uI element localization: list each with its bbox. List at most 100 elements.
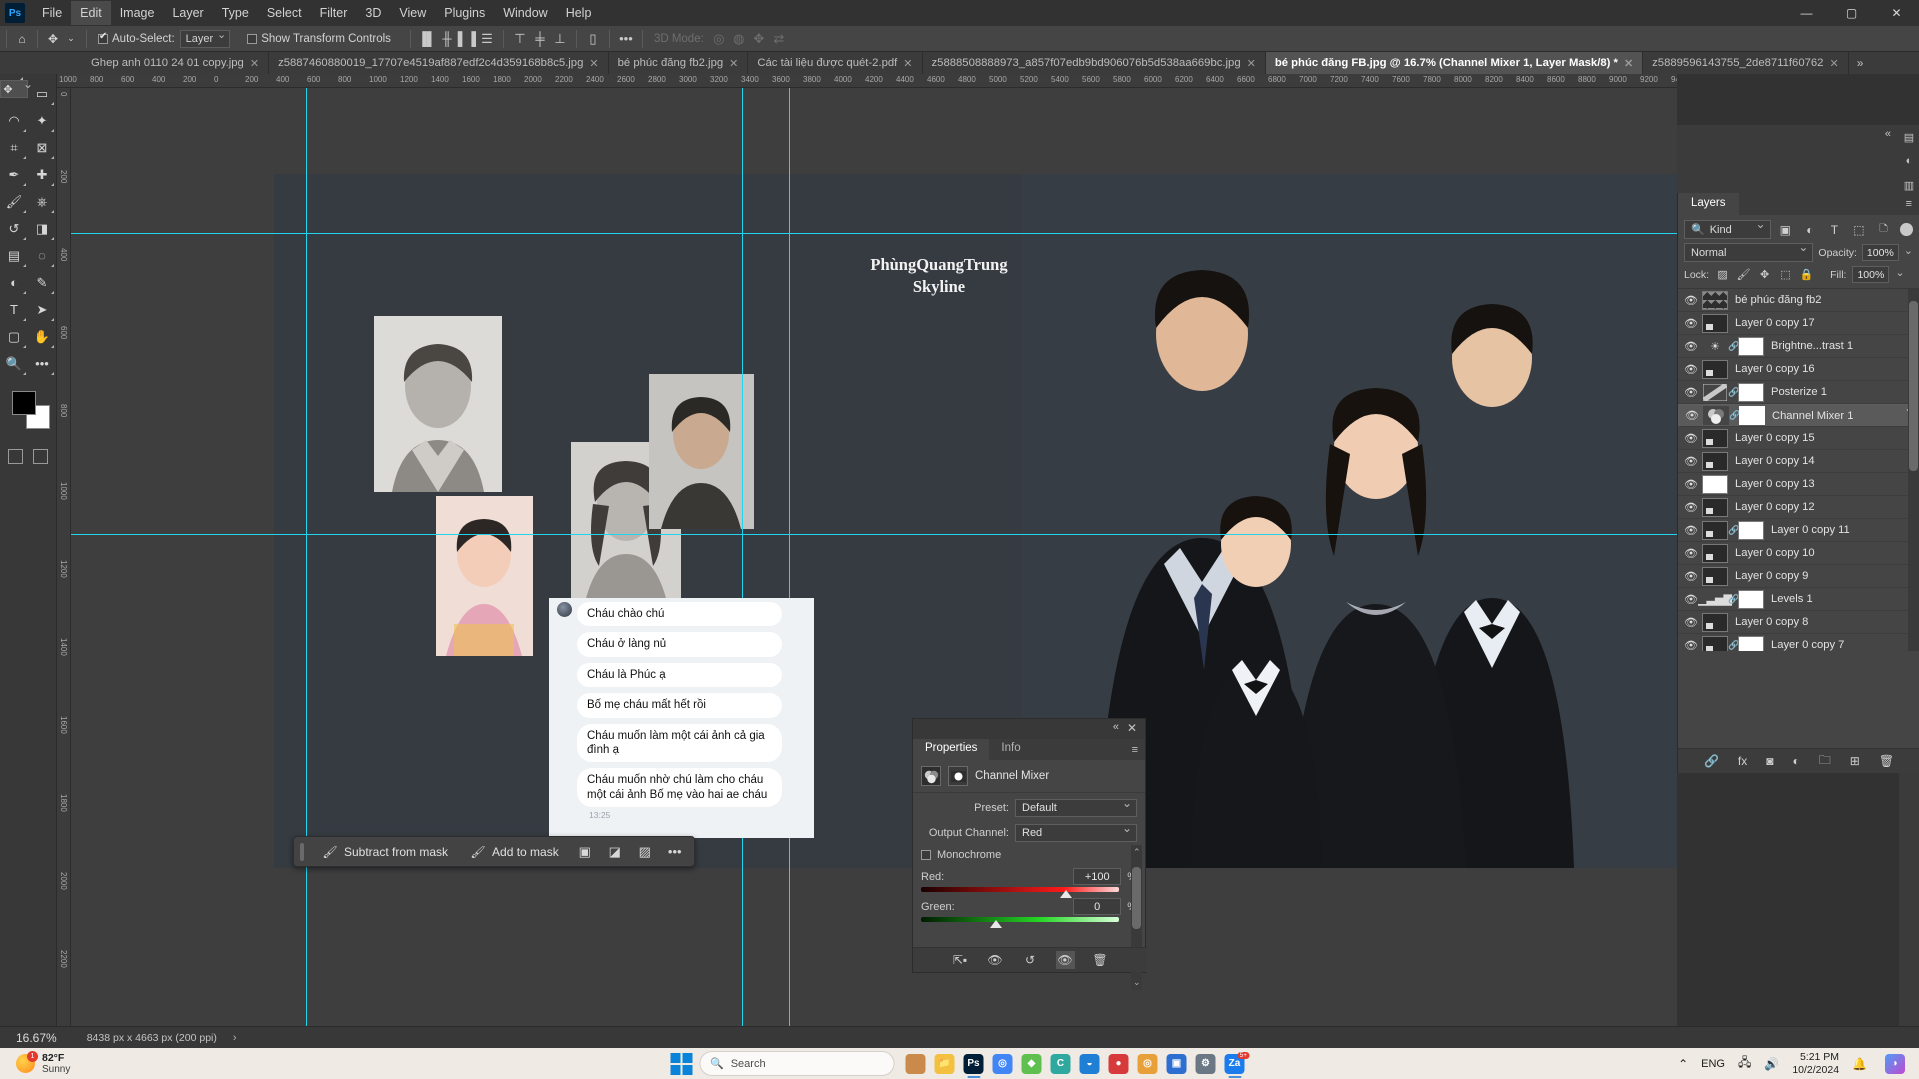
menu-item-layer[interactable]: Layer [163,1,212,25]
monochrome-checkbox[interactable] [921,850,931,860]
layer-mask-thumbnail[interactable] [1738,383,1764,402]
lock-artboard-icon[interactable]: ⬚ [1778,267,1793,282]
layer-name[interactable]: Layer 0 copy 11 [1771,524,1850,536]
hand-tool-icon[interactable]: ✋ [28,323,56,350]
chat-message-bubble[interactable]: Cháu muốn làm một cái ảnh cả gia đình ạ [577,724,782,763]
tab-layers[interactable]: Layers [1678,193,1739,215]
new-layer-icon[interactable]: ⊞ [1850,754,1860,768]
teen-boy-portrait[interactable] [649,374,754,529]
windows-start-icon[interactable] [670,1053,692,1075]
mask-link-icon[interactable]: 🔗 [1728,525,1738,536]
eye-icon[interactable]: 👁 [1680,317,1702,330]
screen-mode-icon[interactable] [33,449,48,464]
opacity-value[interactable]: 100% [1862,244,1899,261]
layer-name[interactable]: Layer 0 copy 16 [1735,363,1815,375]
eye-icon[interactable]: 👁 [1680,363,1702,376]
layer-row[interactable]: 👁Layer 0 copy 17 [1678,312,1919,335]
tray-chevron-up-icon[interactable]: ⌃ [1678,1057,1688,1071]
layer-row[interactable]: 👁🔗Layer 0 copy 11 [1678,519,1919,542]
tab-overflow-button[interactable]: » [1849,52,1872,74]
view-mask-icon[interactable]: ▨ [632,841,658,863]
layer-thumbnail[interactable] [1702,383,1728,402]
mask-link-icon[interactable]: 🔗 [1728,640,1738,651]
scrollbar-thumb[interactable] [1909,301,1918,471]
volume-icon[interactable]: 🔊 [1764,1057,1779,1071]
align-left-edges-icon[interactable]: ▐▌ [417,29,437,49]
roll-3d-icon[interactable]: ◍ [729,29,749,49]
menu-item-file[interactable]: File [33,1,71,25]
copilot-icon[interactable]: ◑ [1880,1051,1909,1076]
mask-link-icon[interactable]: 🔗 [1728,594,1738,605]
layers-panel[interactable]: Layers ≡ 🔍 Kind ▣ ◐ T ⬚ 🗅 Normal Opacity… [1677,193,1919,773]
clip-to-layer-icon[interactable]: ⇱▪ [951,951,970,969]
blur-tool-icon[interactable]: ◌ [28,242,56,269]
align-right-edges-icon[interactable]: ▌▐ [457,29,477,49]
layer-thumbnail[interactable] [1702,360,1728,379]
align-vertical-centers-icon[interactable]: ╪ [530,29,550,49]
blend-mode-dropdown[interactable]: Normal [1684,243,1813,262]
layer-name[interactable]: Layer 0 copy 8 [1735,616,1808,628]
chat-conversation-overlay[interactable]: Cháu chào chúCháu ở làng nủCháu là Phúc … [549,598,814,838]
layer-thumbnail[interactable] [1702,452,1728,471]
gradient-tool-icon[interactable]: ▤ [0,242,28,269]
layer-row[interactable]: 👁🔗Channel Mixer 1 [1678,404,1919,427]
layer-thumbnail[interactable] [1702,636,1728,652]
layer-mask-thumbnail[interactable] [1738,521,1764,540]
brush-tool-icon[interactable]: 🖌 [0,188,28,215]
guide-vertical-2[interactable] [742,88,743,1026]
layer-row[interactable]: 👁🔗Layer 0 copy 7 [1678,634,1919,651]
add-layer-mask-icon[interactable]: ◙ [1766,754,1773,768]
foreground-color-swatch[interactable] [12,391,36,415]
eye-icon[interactable]: 👁 [1680,432,1702,445]
path-selection-tool-icon[interactable]: ➤ [28,296,56,323]
quick-mask-mode-icon[interactable] [8,449,23,464]
align-bottom-edges-icon[interactable]: ⊥ [550,29,570,49]
taskbar-app-widgets[interactable] [901,1051,930,1076]
layer-name[interactable]: Channel Mixer 1 [1772,410,1853,422]
menu-item-3d[interactable]: 3D [356,1,390,25]
taskbar-app-chrome[interactable]: ◎ [988,1051,1017,1076]
link-layers-icon[interactable]: 🔗 [1704,754,1719,768]
menu-item-help[interactable]: Help [557,1,601,25]
clock[interactable]: 5:21 PM 10/2/2024 [1792,1051,1839,1076]
layer-row[interactable]: 👁Layer 0 copy 13 [1678,473,1919,496]
taskbar-app-photoshop[interactable]: Ps [959,1051,988,1076]
menu-item-window[interactable]: Window [494,1,556,25]
history-brush-tool-icon[interactable]: ↺ [0,215,28,242]
layer-row[interactable]: 👁bé phúc đăng fb2 [1678,289,1919,312]
chat-message-bubble[interactable]: Cháu muốn nhờ chú làm cho cháu một cái ả… [577,768,782,807]
taskbar-app-chrome-canary[interactable]: ◎ [1133,1051,1162,1076]
canvas[interactable]: PhùngQuangTrung Skyline PhùngQuangTrung … [71,88,1677,1026]
layer-row[interactable]: 👁Layer 0 copy 8 [1678,611,1919,634]
adjustment-filter-icon[interactable]: ◐ [1800,220,1820,239]
layer-thumbnail[interactable] [1702,475,1728,494]
align-top-edges-icon[interactable]: ⊤ [510,29,530,49]
document-tab-2[interactable]: bé phúc đăng fb2.jpg✕ [609,52,749,74]
layer-name[interactable]: Brightne...trast 1 [1771,340,1853,352]
output-channel-dropdown[interactable]: Red [1015,824,1137,842]
delete-layer-icon[interactable]: 🗑 [1879,754,1894,768]
panel-menu-icon[interactable]: ≡ [1906,198,1912,210]
auto-select-option[interactable]: Auto-Select: [93,33,180,45]
layer-name[interactable]: Layer 0 copy 10 [1735,547,1815,559]
weather-widget[interactable]: 1 82°F Sunny [16,1052,70,1076]
fill-value[interactable]: 100% [1852,266,1889,283]
layer-thumbnail[interactable]: ▁▃▅▇ [1702,590,1728,609]
clone-stamp-tool-icon[interactable]: ⎈ [28,188,56,215]
layer-thumbnail[interactable] [1702,613,1728,632]
lock-transparent-pixels-icon[interactable]: ▨ [1715,267,1730,282]
chat-message-bubble[interactable]: Bố mẹ cháu mất hết rồi [577,693,782,717]
chat-message-bubble[interactable]: Cháu chào chú [577,602,782,626]
document-tab-3[interactable]: Các tài liệu được quét-2.pdf✕ [748,52,922,74]
zoom-level[interactable]: 16.67% [16,1031,57,1045]
eye-icon[interactable]: 👁 [1680,501,1702,514]
auto-select-checkbox[interactable] [98,34,108,44]
adjustments-panel-icon[interactable]: ◐ [1899,149,1919,173]
eye-icon[interactable]: 👁 [1680,294,1702,307]
layer-row[interactable]: 👁Layer 0 copy 10 [1678,542,1919,565]
menu-item-edit[interactable]: Edit [71,1,111,25]
reset-icon[interactable]: ↺ [1021,951,1040,969]
layer-mask-thumbnail[interactable] [1738,636,1764,652]
pen-tool-icon[interactable]: ✎ [28,269,56,296]
collapse-panels-icon[interactable]: « [1885,128,1891,140]
